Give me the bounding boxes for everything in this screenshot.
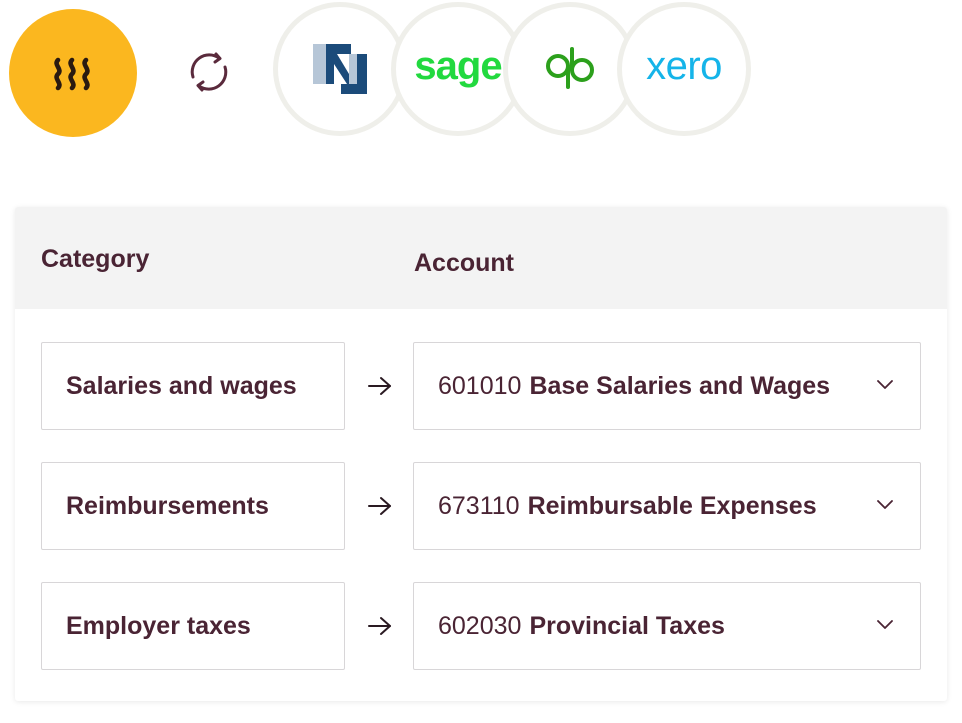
brand-logo [9, 9, 137, 137]
arrow-right-icon [368, 377, 391, 395]
account-code: 673110 [438, 491, 520, 520]
wave-lines-icon [54, 57, 90, 91]
category-field: Employer taxes [41, 582, 345, 670]
account-select[interactable]: 673110 Reimbursable Expenses [413, 462, 921, 550]
arrow-right-icon [368, 617, 391, 635]
account-code: 601010 [438, 371, 522, 400]
sync-arrows-icon [190, 52, 228, 92]
mapping-row: Reimbursements 673110 Reimbursable Expen… [15, 462, 947, 550]
integration-logos: sage xero [0, 0, 962, 150]
qb-logo [546, 47, 594, 89]
chevron-down-icon [877, 380, 893, 389]
netsuite-logo-circle [273, 2, 407, 136]
account-name: Provincial Taxes [529, 611, 725, 640]
category-field: Reimbursements [41, 462, 345, 550]
account-select[interactable]: 602030 Provincial Taxes [413, 582, 921, 670]
sage-wordmark: sage [414, 43, 502, 88]
arrow-right-icon [368, 497, 391, 515]
account-select[interactable]: 601010 Base Salaries and Wages [413, 342, 921, 430]
chevron-down-icon [877, 620, 893, 629]
category-mapping-card: Category Account Salaries and wages 6010… [15, 207, 947, 701]
account-code: 602030 [438, 611, 522, 640]
table-header: Category Account [15, 207, 947, 309]
category-field: Salaries and wages [41, 342, 345, 430]
mapping-row: Employer taxes 602030 Provincial Taxes [15, 582, 947, 670]
xero-logo-circle: xero [617, 2, 751, 136]
mapping-row: Salaries and wages 601010 Base Salaries … [15, 342, 947, 430]
category-column-header: Category [41, 245, 150, 273]
xero-wordmark: xero [646, 43, 722, 88]
account-column-header: Account [414, 249, 514, 277]
netsuite-n-logo [313, 44, 367, 94]
account-name: Base Salaries and Wages [529, 371, 831, 400]
account-name: Reimbursable Expenses [527, 491, 817, 520]
chevron-down-icon [877, 500, 893, 509]
